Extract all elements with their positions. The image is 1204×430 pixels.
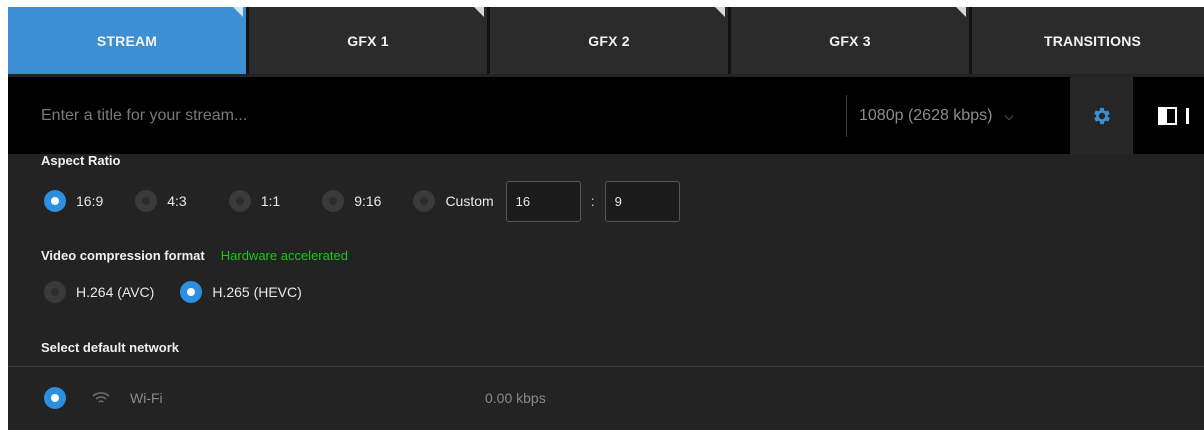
panel-icon-partial bbox=[1186, 108, 1189, 124]
tab-corner-marker bbox=[233, 7, 243, 17]
aspect-ratio-options: 16:9 4:3 1:1 9:16 Custom 16 : 9 bbox=[44, 180, 680, 222]
tab-label: GFX 1 bbox=[347, 32, 389, 49]
codec-option-h264[interactable]: H.264 (AVC) bbox=[44, 281, 154, 303]
settings-button[interactable] bbox=[1070, 77, 1133, 154]
tab-gfx-1[interactable]: GFX 1 bbox=[249, 7, 490, 74]
aspect-option-4-3[interactable]: 4:3 bbox=[135, 190, 187, 212]
radio-selected[interactable] bbox=[44, 387, 66, 409]
compression-heading: Video compression format bbox=[41, 247, 205, 263]
divider bbox=[846, 95, 847, 137]
tab-label: GFX 3 bbox=[829, 32, 871, 49]
tab-gfx-2[interactable]: GFX 2 bbox=[490, 7, 731, 74]
radio-unselected[interactable] bbox=[413, 190, 436, 212]
radio-selected[interactable] bbox=[44, 190, 66, 212]
panel-toggle-button[interactable] bbox=[1158, 104, 1204, 128]
network-heading: Select default network bbox=[41, 340, 179, 355]
hardware-accelerated-badge: Hardware accelerated bbox=[220, 247, 348, 263]
tab-corner-marker bbox=[474, 7, 484, 17]
compression-options: H.264 (AVC) H.265 (HEVC) bbox=[44, 280, 302, 304]
quality-value: 1080p (2628 kbps) bbox=[859, 107, 993, 124]
network-name: Wi-Fi bbox=[130, 390, 163, 406]
network-item-wifi[interactable]: Wi-Fi 0.00 kbps bbox=[44, 386, 744, 410]
stream-title-bar: 1080p (2628 kbps) ⌵ bbox=[8, 77, 1204, 154]
radio-selected[interactable] bbox=[180, 281, 203, 303]
tab-bar: STREAM GFX 1 GFX 2 GFX 3 TRANSITIONS bbox=[8, 7, 1204, 74]
wifi-icon bbox=[92, 392, 110, 403]
chevron-down-icon: ⌵ bbox=[1004, 108, 1014, 123]
custom-width-field[interactable]: 16 bbox=[505, 180, 581, 222]
aspect-ratio-heading: Aspect Ratio bbox=[41, 153, 121, 168]
tab-label: STREAM bbox=[96, 32, 158, 49]
custom-ratio-separator: : bbox=[590, 193, 595, 209]
divider bbox=[8, 366, 1204, 367]
radio-unselected[interactable] bbox=[322, 190, 345, 212]
stream-title-input[interactable] bbox=[41, 104, 641, 128]
aspect-option-16-9[interactable]: 16:9 bbox=[44, 190, 103, 212]
network-rate: 0.00 kbps bbox=[485, 390, 546, 406]
tab-transitions[interactable]: TRANSITIONS bbox=[972, 7, 1204, 74]
radio-unselected[interactable] bbox=[135, 190, 158, 212]
aspect-option-custom[interactable]: Custom bbox=[413, 190, 494, 212]
quality-select[interactable]: 1080p (2628 kbps) ⌵ bbox=[859, 104, 1014, 128]
radio-unselected[interactable] bbox=[44, 281, 66, 303]
tab-label: GFX 2 bbox=[588, 32, 630, 49]
tab-label: TRANSITIONS bbox=[1043, 32, 1142, 49]
codec-option-h265[interactable]: H.265 (HEVC) bbox=[180, 281, 302, 303]
radio-unselected[interactable] bbox=[228, 190, 251, 212]
tab-stream[interactable]: STREAM bbox=[8, 7, 249, 74]
app-window: STREAM GFX 1 GFX 2 GFX 3 TRANSITIONS 108… bbox=[8, 7, 1204, 430]
tab-gfx-3[interactable]: GFX 3 bbox=[731, 7, 972, 74]
compression-heading-row: Video compression format Hardware accele… bbox=[41, 245, 348, 265]
gear-icon bbox=[1093, 107, 1110, 124]
aspect-option-9-16[interactable]: 9:16 bbox=[322, 190, 381, 212]
tab-corner-marker bbox=[956, 7, 966, 17]
aspect-option-1-1[interactable]: 1:1 bbox=[228, 190, 280, 212]
custom-height-field[interactable]: 9 bbox=[604, 180, 680, 222]
tab-corner-marker bbox=[715, 7, 725, 17]
sidebar-panel-icon bbox=[1158, 107, 1177, 125]
